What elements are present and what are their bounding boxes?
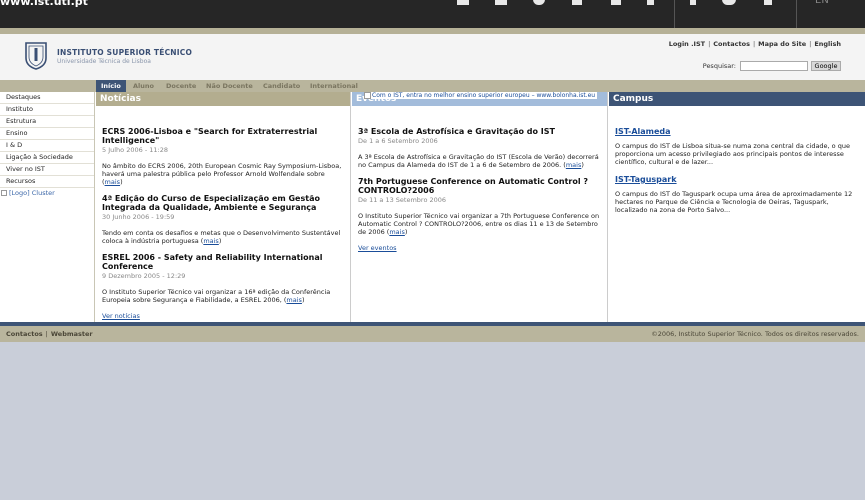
campus-taguspark-link[interactable]: IST-Taguspark xyxy=(615,175,859,184)
event-item: 3ª Escola de Astrofísica e Gravitação do… xyxy=(358,127,601,169)
campus-column: Campus IST-Alameda O campus do IST de Li… xyxy=(609,92,865,322)
sidebar: Destaques Instituto Estrutura Ensino I &… xyxy=(0,92,95,322)
sidebar-item-destaques[interactable]: Destaques xyxy=(0,92,94,104)
tab-docente[interactable]: Docente xyxy=(161,80,201,92)
footer-contactos-link[interactable]: Contactos xyxy=(6,330,43,338)
top-links: Login .IST | Contactos | Mapa do Site | Englis… xyxy=(668,40,841,48)
tab-international[interactable]: International xyxy=(305,80,363,92)
broken-image-icon xyxy=(364,92,371,99)
footer-webmaster-link[interactable]: Webmaster xyxy=(51,330,93,338)
sidebar-item-estrutura[interactable]: Estrutura xyxy=(0,116,94,128)
cluster-logo-image[interactable]: [Logo] Cluster xyxy=(0,189,94,197)
events-column: Eventos 3ª Escola de Astrofísica e Gravi… xyxy=(352,92,608,322)
footer-links: Contactos | Webmaster xyxy=(6,330,93,338)
footer: Contactos | Webmaster ©2006, Instituto Sup… xyxy=(0,326,865,342)
tab-inicio[interactable]: Início xyxy=(96,80,126,92)
sidebar-item-recursos[interactable]: Recursos xyxy=(0,176,94,188)
news-item: ESREL 2006 - Safety and Reliability Inte… xyxy=(102,253,344,304)
event-text: O Instituto Superior Técnico vai organiz… xyxy=(358,212,600,236)
sidebar-item-viver[interactable]: Viver no IST xyxy=(0,164,94,176)
main-content: Destaques Instituto Estrutura Ensino I &… xyxy=(0,92,865,322)
news-item: 4ª Edição do Curso de Especialização em … xyxy=(102,194,344,245)
news-title[interactable]: ESREL 2006 - Safety and Reliability Inte… xyxy=(102,253,344,271)
news-more-link[interactable]: mais xyxy=(286,296,302,304)
contactos-link[interactable]: Contactos xyxy=(713,40,750,48)
see-all-news-link[interactable]: Ver notícias xyxy=(102,312,344,320)
news-title[interactable]: 4ª Edição do Curso de Especialização em … xyxy=(102,194,344,212)
header: INSTITUTO SUPERIOR TÉCNICO Universidade … xyxy=(0,34,865,80)
sidebar-item-ensino[interactable]: Ensino xyxy=(0,128,94,140)
copyright-text: ©2006, Instituto Superior Técnico. Todos… xyxy=(651,330,859,338)
sidebar-item-i-d[interactable]: I & D xyxy=(0,140,94,152)
event-date: De 1 a 6 Setembro 2006 xyxy=(358,137,438,145)
top-separator xyxy=(796,0,797,28)
bolonha-banner-image[interactable]: Com o IST, entra no melhor ensino superi… xyxy=(364,92,598,99)
search-label: Pesquisar: xyxy=(702,62,736,70)
ist-logo-icon[interactable] xyxy=(25,42,47,70)
event-more-link[interactable]: mais xyxy=(389,228,405,236)
news-item: ECRS 2006-Lisboa e "Search for Extraterr… xyxy=(102,127,344,186)
main-nav: Início Aluno Docente Não Docente Candida… xyxy=(0,80,865,92)
campus-item: IST-Taguspark O campus do IST do Taguspa… xyxy=(615,175,859,214)
top-separator xyxy=(674,0,675,28)
campus-text: O campus do IST do Taguspark ocupa uma á… xyxy=(615,190,853,214)
document-icon[interactable] xyxy=(572,0,582,5)
bookmark-icon[interactable] xyxy=(457,0,469,5)
campus-heading: Campus xyxy=(609,92,865,106)
news-title[interactable]: ECRS 2006-Lisboa e "Search for Extraterr… xyxy=(102,127,344,145)
broken-image-icon xyxy=(1,190,7,196)
banner-alt-text: Com o IST, entra no melhor ensino superi… xyxy=(372,92,596,99)
news-heading: Notícias xyxy=(96,92,350,106)
english-link[interactable]: English xyxy=(814,40,841,48)
news-text: O Instituto Superior Técnico vai organiz… xyxy=(102,288,331,304)
search-form: Pesquisar: Google xyxy=(703,61,841,71)
twitter-icon[interactable] xyxy=(722,0,736,5)
news-column: Notícias ECRS 2006-Lisboa e "Search for … xyxy=(96,92,351,322)
sidebar-item-ligacao[interactable]: Ligação à Sociedade xyxy=(0,152,94,164)
logo-subtitle: Universidade Técnica de Lisboa xyxy=(57,58,151,65)
tab-candidato[interactable]: Candidato xyxy=(258,80,305,92)
campus-text: O campus do IST de Lisboa situa-se numa … xyxy=(615,142,850,166)
news-date: 30 Junho 2006 - 19:59 xyxy=(102,213,175,221)
logo-text[interactable]: INSTITUTO SUPERIOR TÉCNICO Universidade … xyxy=(57,48,192,65)
tools-icon[interactable] xyxy=(611,0,621,5)
rss-icon[interactable] xyxy=(764,0,772,5)
news-text: No âmbito do ECRS 2006, 20th European Co… xyxy=(102,162,342,186)
logo-title: INSTITUTO SUPERIOR TÉCNICO xyxy=(57,48,193,57)
site-url: www.ist.utl.pt xyxy=(0,0,88,8)
event-more-link[interactable]: mais xyxy=(566,161,582,169)
phone-icon[interactable] xyxy=(647,0,654,5)
cluster-image-alt: [Logo] Cluster xyxy=(9,189,55,197)
news-date: 9 Dezembro 2005 - 12:29 xyxy=(102,272,186,280)
news-date: 5 Julho 2006 - 11:28 xyxy=(102,146,168,154)
language-switch[interactable]: EN xyxy=(815,0,829,6)
event-title[interactable]: 3ª Escola de Astrofísica e Gravitação do… xyxy=(358,127,601,136)
top-bar: www.ist.utl.pt EN xyxy=(0,0,865,28)
news-more-link[interactable]: mais xyxy=(105,178,121,186)
event-title[interactable]: 7th Portuguese Conference on Automatic C… xyxy=(358,177,601,195)
facebook-icon[interactable] xyxy=(690,0,696,5)
campus-item: IST-Alameda O campus do IST de Lisboa si… xyxy=(615,127,859,166)
event-text: A 3ª Escola de Astrofísica e Gravitação … xyxy=(358,153,599,169)
tab-aluno[interactable]: Aluno xyxy=(128,80,159,92)
see-all-events-link[interactable]: Ver eventos xyxy=(358,244,601,252)
news-text: Tendo em conta os desafios e metas que o… xyxy=(102,229,341,245)
campus-alameda-link[interactable]: IST-Alameda xyxy=(615,127,859,136)
google-search-button[interactable]: Google xyxy=(811,61,841,71)
sidebar-item-instituto[interactable]: Instituto xyxy=(0,104,94,116)
search-input[interactable] xyxy=(740,61,808,71)
event-item: 7th Portuguese Conference on Automatic C… xyxy=(358,177,601,236)
globe-icon[interactable] xyxy=(533,0,545,5)
sitemap-link[interactable]: Mapa do Site xyxy=(758,40,806,48)
login-link[interactable]: Login .IST xyxy=(669,40,705,48)
tab-nao-docente[interactable]: Não Docente xyxy=(201,80,258,92)
mail-icon[interactable] xyxy=(495,0,507,5)
event-date: De 11 a 13 Setembro 2006 xyxy=(358,196,447,204)
news-more-link[interactable]: mais xyxy=(203,237,219,245)
